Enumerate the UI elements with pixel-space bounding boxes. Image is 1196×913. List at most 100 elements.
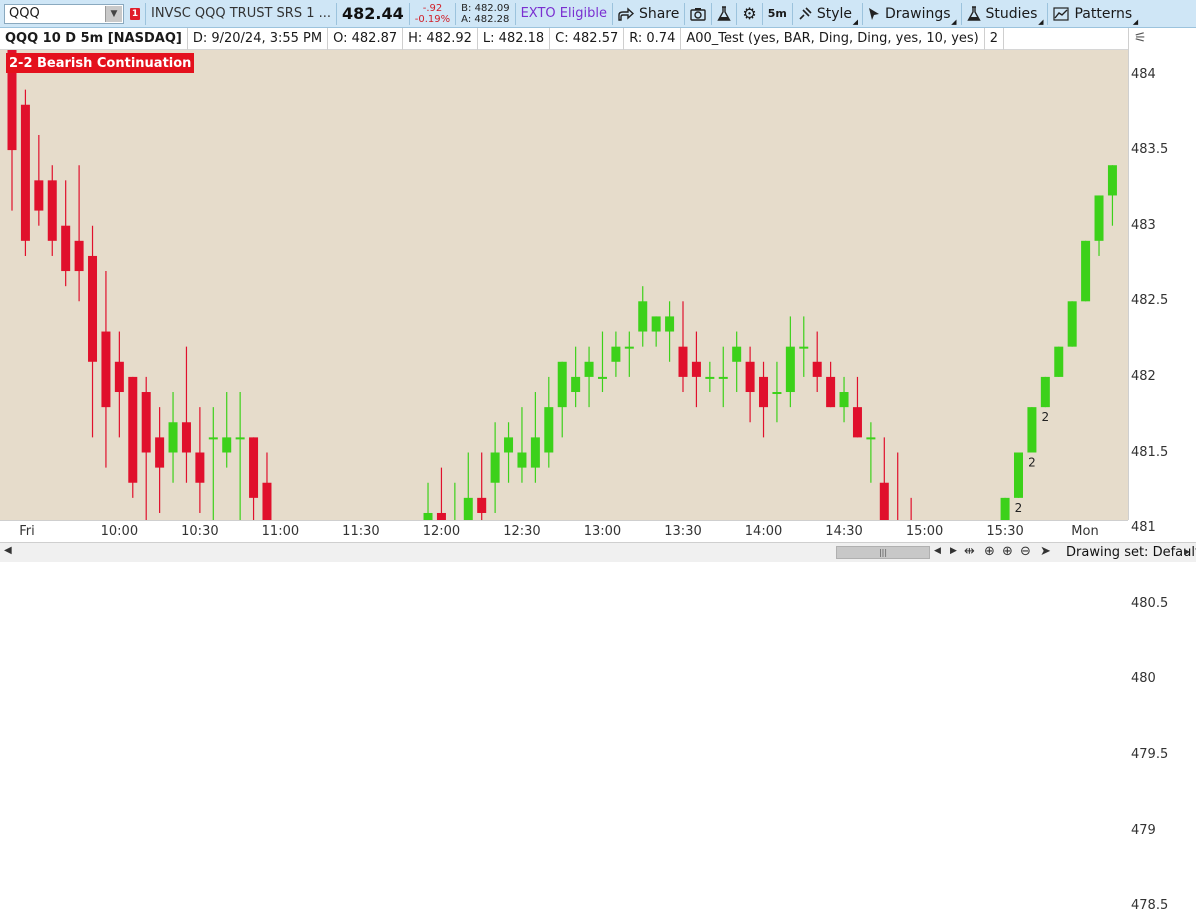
exto-eligible-link[interactable]: EXTO Eligible bbox=[521, 6, 607, 21]
price-change: -.92 -0.19% bbox=[415, 3, 450, 25]
study-value: 2 bbox=[985, 27, 1005, 50]
scroll-left-icon[interactable]: ◀ bbox=[934, 546, 941, 556]
snapshot-button[interactable] bbox=[690, 7, 707, 21]
symbol-value: QQQ bbox=[9, 6, 40, 21]
candle-body bbox=[1094, 195, 1104, 241]
candle-body bbox=[1000, 497, 1010, 520]
candle-body bbox=[222, 437, 232, 453]
drawing-set-selector[interactable]: Drawing set: Default bbox=[1066, 545, 1196, 560]
zoom-in-icon[interactable]: ⊕ bbox=[1002, 544, 1013, 559]
time-axis[interactable]: Fri 10:00 10:30 11:00 11:30 12:00 12:30 13:00 13… bbox=[0, 520, 1128, 542]
bar-range: R: 0.74 bbox=[624, 27, 682, 50]
toolbar-divider bbox=[514, 2, 516, 25]
patterns-button[interactable]: Patterns ◢ bbox=[1053, 5, 1138, 26]
candle-body bbox=[20, 104, 30, 241]
candle-body bbox=[517, 452, 527, 468]
horizontal-scrollbar[interactable]: ||| bbox=[836, 546, 930, 559]
scroll-right-icon[interactable]: ▶ bbox=[950, 546, 957, 556]
dropdown-corner-icon: ◢ bbox=[852, 17, 858, 26]
candle-body bbox=[826, 376, 836, 408]
price-tick-label: 479.5 bbox=[1131, 746, 1169, 762]
candle-body bbox=[799, 346, 809, 349]
dropdown-corner-icon: ◢ bbox=[951, 17, 957, 26]
drawings-button[interactable]: Drawings ◢ bbox=[868, 5, 957, 26]
toolbar-divider bbox=[145, 2, 146, 25]
patterns-label: Patterns bbox=[1074, 5, 1133, 22]
bar-close: C: 482.57 bbox=[550, 27, 625, 50]
candle-body bbox=[732, 346, 742, 362]
candle-body bbox=[745, 361, 755, 393]
last-price: 482.44 bbox=[342, 4, 404, 23]
crosshair-icon[interactable]: ⊕ bbox=[984, 544, 995, 559]
candle-body bbox=[624, 346, 634, 349]
symbol-link-badge[interactable]: 1 bbox=[130, 7, 140, 20]
candle-body bbox=[705, 376, 715, 379]
zoom-out-icon[interactable]: ⊖ bbox=[1020, 544, 1031, 559]
bar-low: L: 482.18 bbox=[478, 27, 551, 50]
candle-body bbox=[34, 180, 44, 211]
pct-change: -0.19% bbox=[414, 13, 451, 25]
candle-body bbox=[1027, 407, 1037, 453]
cursor-icon bbox=[869, 7, 879, 20]
lab-button[interactable] bbox=[717, 5, 732, 22]
time-tick-label: Mon bbox=[1071, 524, 1099, 539]
candle-body bbox=[114, 361, 124, 393]
expand-horizontal-icon[interactable]: ⇹ bbox=[964, 544, 975, 559]
drawings-label: Drawings bbox=[885, 5, 951, 22]
share-button[interactable]: Share bbox=[618, 6, 679, 22]
time-tick-label: 14:30 bbox=[825, 524, 863, 539]
candle-body bbox=[1040, 376, 1050, 408]
symbol-input[interactable]: QQQ ▼ bbox=[4, 3, 124, 24]
candle-body bbox=[490, 452, 500, 483]
price-axis[interactable]: 484 483.5 483 482.5 482 481.5 481 480.5 480 479.5… bbox=[1128, 28, 1196, 913]
candle-body bbox=[866, 437, 876, 440]
candle-body bbox=[772, 392, 782, 395]
toolbar-divider bbox=[711, 2, 713, 25]
dropdown-corner-icon: ◢ bbox=[1132, 17, 1139, 26]
bid-price: B: 482.09 bbox=[461, 2, 510, 14]
bid-ask: B: 482.09 A: 482.28 bbox=[461, 3, 509, 25]
toolbar-divider bbox=[408, 2, 410, 25]
price-chart-area[interactable]: 2221221222 bbox=[0, 50, 1128, 520]
toolbar-divider bbox=[761, 2, 763, 25]
share-label: Share bbox=[638, 5, 680, 22]
candle-body bbox=[47, 180, 57, 241]
time-tick-label: 12:00 bbox=[422, 524, 461, 539]
candle-body bbox=[718, 376, 728, 379]
chevron-down-icon[interactable]: ▼ bbox=[105, 5, 122, 22]
scroll-left-icon[interactable]: ◀ bbox=[4, 545, 12, 556]
price-tick-label: 480.5 bbox=[1131, 595, 1169, 611]
study-label[interactable]: A00_Test (yes, BAR, Ding, Ding, yes, 10,… bbox=[681, 27, 985, 50]
candle-body bbox=[785, 346, 795, 393]
time-tick-label: 13:00 bbox=[583, 524, 622, 539]
interval-button[interactable]: 5m bbox=[768, 7, 787, 20]
cursor-icon[interactable]: ➤ bbox=[1040, 544, 1051, 559]
bar-count-label: 2 bbox=[1015, 501, 1023, 515]
axis-settings-icon[interactable]: ⚟ bbox=[1134, 30, 1147, 46]
price-tick-label: 482 bbox=[1131, 368, 1156, 384]
candlestick-chart: 2221221222 bbox=[7, 50, 1117, 520]
candle-body bbox=[168, 422, 178, 453]
bar-open: O: 482.87 bbox=[328, 27, 404, 50]
style-button[interactable]: Style ◢ bbox=[798, 6, 858, 26]
dropdown-corner-icon: ◢ bbox=[1038, 17, 1044, 26]
price-tick-label: 484 bbox=[1131, 66, 1156, 82]
studies-button[interactable]: Studies ◢ bbox=[966, 6, 1043, 26]
main-toolbar: QQQ ▼ 1 INVSC QQQ TRUST SRS 1 ... 482.44… bbox=[0, 0, 1196, 28]
candle-body bbox=[1067, 301, 1077, 347]
candle-body bbox=[665, 316, 675, 332]
price-tick-label: 482.5 bbox=[1131, 293, 1169, 309]
scroll-right-icon[interactable]: ▶ bbox=[1184, 547, 1190, 556]
settings-button[interactable]: ⚙ bbox=[742, 4, 756, 23]
bottom-bar: ◀ ||| ◀ ▶ ⇹ ⊕ ⊕ ⊖ ➤ Drawing set: Default… bbox=[0, 542, 1196, 562]
candle-body bbox=[544, 407, 554, 453]
price-tick-label: 478.5 bbox=[1131, 898, 1169, 913]
patterns-icon bbox=[1053, 6, 1070, 21]
candle-body bbox=[155, 437, 165, 468]
candle-body bbox=[611, 346, 621, 362]
candle-body bbox=[759, 376, 769, 408]
symbol-description: INVSC QQQ TRUST SRS 1 ... bbox=[151, 6, 332, 21]
price-tick-label: 480 bbox=[1131, 671, 1156, 687]
time-tick-label: 11:30 bbox=[342, 524, 380, 539]
candle-body bbox=[88, 255, 98, 362]
